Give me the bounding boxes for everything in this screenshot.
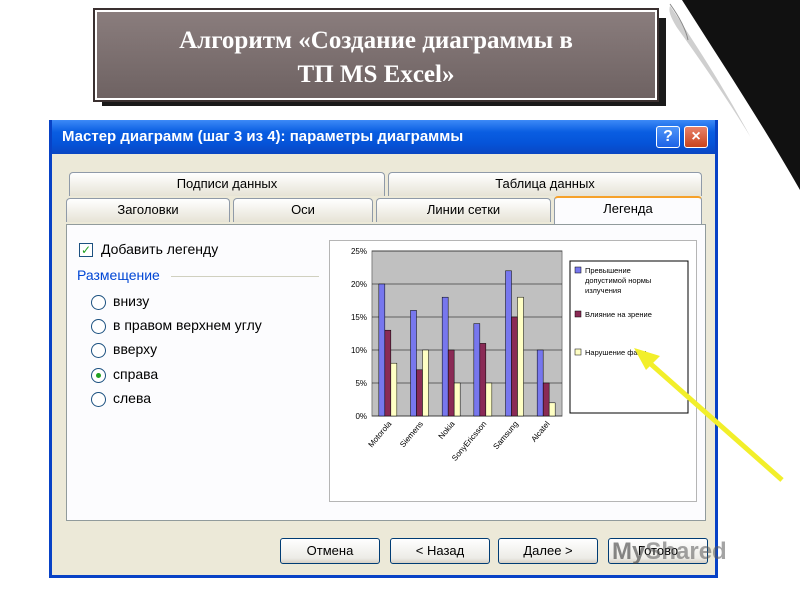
bar: [536, 349, 544, 417]
y-tick-label: 10%: [351, 346, 367, 355]
bar: [441, 296, 449, 417]
radio-top-label[interactable]: вверху: [113, 341, 157, 357]
yellow-arrow-icon: [634, 348, 784, 482]
x-tick-label: Motorola: [366, 419, 393, 449]
legend-entry: Влияние на зрение: [585, 310, 652, 319]
dialog-title: Мастер диаграмм (шаг 3 из 4): параметры …: [62, 128, 464, 145]
legend-swatch: [574, 310, 582, 318]
y-tick-label: 15%: [351, 313, 367, 322]
tab-legend[interactable]: Легенда: [554, 196, 702, 224]
radio-top[interactable]: [91, 343, 106, 358]
back-button[interactable]: < Назад: [390, 538, 490, 564]
legend-swatch: [574, 348, 582, 356]
bar: [453, 382, 461, 417]
add-legend-checkbox[interactable]: ✓: [79, 243, 93, 257]
slide-title-line2: ТП MS Excel»: [297, 61, 455, 88]
y-tick-label: 25%: [351, 247, 367, 256]
bar: [511, 316, 518, 417]
bar: [542, 382, 550, 417]
bar: [422, 349, 429, 417]
x-tick-label: Samsung: [491, 420, 520, 452]
watermark: MyShared: [612, 538, 727, 566]
bar: [517, 296, 524, 417]
x-tick-label: Alcatel: [529, 419, 551, 443]
add-legend-label[interactable]: Добавить легенду: [101, 241, 218, 257]
legend-swatch: [574, 266, 582, 274]
bar: [416, 369, 423, 417]
plot-area: [371, 250, 563, 417]
radio-bottom-label[interactable]: внизу: [113, 293, 149, 309]
tab-gridlines[interactable]: Линии сетки: [376, 198, 551, 222]
group-divider: [171, 276, 319, 277]
radio-left-label[interactable]: слева: [113, 390, 151, 406]
radio-top-right[interactable]: [91, 319, 106, 334]
tab-data-table[interactable]: Таблица данных: [388, 172, 702, 196]
tab-axes[interactable]: Оси: [233, 198, 373, 222]
cancel-button[interactable]: Отмена: [280, 538, 380, 564]
bar: [378, 283, 386, 417]
radio-right[interactable]: [91, 368, 106, 383]
y-tick-label: 5%: [355, 379, 367, 388]
next-button[interactable]: Далее >: [498, 538, 598, 564]
placement-group-label: Размещение: [77, 267, 160, 283]
bar: [447, 349, 455, 417]
slide-title: Алгоритм «Создание диаграммы в ТП MS Exc…: [93, 8, 659, 102]
bar: [479, 343, 487, 417]
radio-right-label[interactable]: справа: [113, 366, 158, 382]
x-tick-label: Siemens: [398, 420, 425, 450]
bar: [505, 270, 512, 417]
bar: [548, 402, 556, 417]
watermark-suffix: Shared: [645, 538, 727, 565]
bar: [390, 362, 398, 417]
bar: [473, 323, 481, 417]
radio-left[interactable]: [91, 392, 106, 407]
watermark-prefix: My: [612, 538, 646, 565]
slide-title-line1: Алгоритм «Создание диаграммы в: [179, 27, 573, 54]
x-tick-label: Nokia: [437, 419, 457, 441]
tab-titles[interactable]: Заголовки: [66, 198, 230, 222]
radio-bottom[interactable]: [91, 295, 106, 310]
help-icon[interactable]: ?: [656, 126, 680, 148]
y-tick-label: 0%: [355, 412, 367, 421]
bar: [384, 329, 392, 417]
chart-wizard-dialog: Мастер диаграмм (шаг 3 из 4): параметры …: [49, 120, 718, 578]
tab-data-labels[interactable]: Подписи данных: [69, 172, 385, 196]
close-icon[interactable]: ×: [684, 126, 708, 148]
bar: [485, 382, 493, 417]
bar: [410, 310, 417, 417]
dialog-titlebar[interactable]: Мастер диаграмм (шаг 3 из 4): параметры …: [52, 120, 715, 154]
legend-tab-panel: ✓ Добавить легенду Размещение внизу в пр…: [66, 224, 706, 521]
radio-top-right-label[interactable]: в правом верхнем углу: [113, 317, 262, 333]
y-tick-label: 20%: [351, 280, 367, 289]
